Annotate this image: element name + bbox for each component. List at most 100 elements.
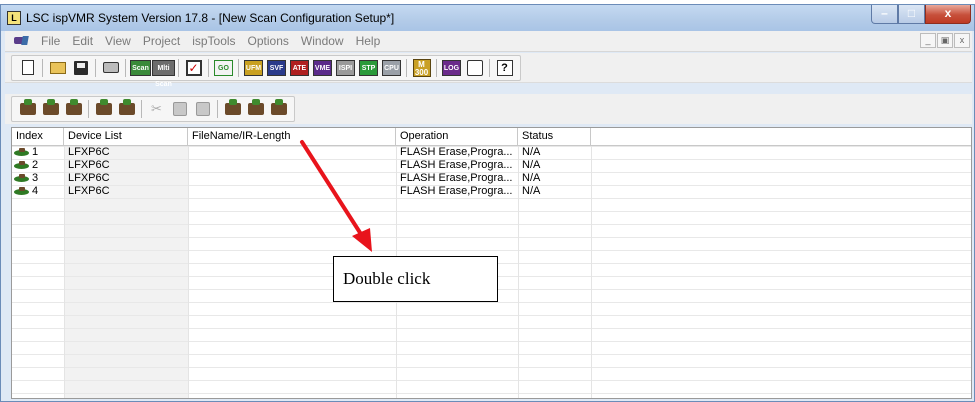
log-button[interactable]: LOG bbox=[440, 57, 463, 79]
cut-button[interactable]: ✂ bbox=[145, 98, 168, 120]
ufm-button[interactable]: UFM bbox=[242, 57, 265, 79]
save-button[interactable] bbox=[69, 57, 92, 79]
table-body: 1 LFXP6C FLASH Erase,Progra... N/A 2 LFX… bbox=[12, 146, 971, 198]
operation-cell[interactable]: FLASH Erase,Progra... bbox=[396, 146, 518, 159]
toolbar-separator bbox=[125, 58, 126, 77]
append-device-button[interactable] bbox=[62, 98, 85, 120]
save-disk-icon bbox=[73, 60, 88, 75]
minimize-button[interactable]: – bbox=[871, 5, 898, 24]
cpu-button[interactable]: CPU bbox=[380, 57, 403, 79]
operation-cell[interactable]: FLASH Erase,Progra... bbox=[396, 185, 518, 198]
device-cell[interactable]: LFXP6C bbox=[64, 185, 188, 198]
append-device-icon bbox=[65, 99, 82, 115]
menu-options[interactable]: Options bbox=[242, 34, 295, 48]
row-index: 4 bbox=[32, 185, 39, 197]
delete-device-button[interactable] bbox=[115, 98, 138, 120]
move-device-icon bbox=[224, 99, 241, 115]
table-row[interactable]: 1 LFXP6C FLASH Erase,Progra... N/A bbox=[12, 146, 971, 159]
new-document-icon bbox=[21, 60, 34, 75]
table-row[interactable]: 4 LFXP6C FLASH Erase,Progra... N/A bbox=[12, 185, 971, 198]
edit-device-button[interactable] bbox=[92, 98, 115, 120]
device-cell[interactable]: LFXP6C bbox=[64, 159, 188, 172]
open-folder-icon bbox=[49, 61, 66, 74]
device-chip-icon bbox=[14, 148, 29, 157]
double-click-callout: Double click bbox=[333, 256, 498, 302]
vme-button[interactable]: VME bbox=[311, 57, 334, 79]
new-button[interactable] bbox=[16, 57, 39, 79]
column-header-index[interactable]: Index bbox=[12, 128, 64, 146]
insert-device-button[interactable] bbox=[39, 98, 62, 120]
table-row[interactable]: 3 LFXP6C FLASH Erase,Progra... N/A bbox=[12, 172, 971, 185]
menu-file[interactable]: File bbox=[35, 34, 66, 48]
scan-devices-button[interactable] bbox=[244, 98, 267, 120]
document-system-icon[interactable] bbox=[13, 35, 31, 47]
mdi-close-button[interactable]: x bbox=[954, 33, 970, 48]
device-cell[interactable]: LFXP6C bbox=[64, 146, 188, 159]
svf-button[interactable]: SVF bbox=[265, 57, 288, 79]
column-header-operation[interactable]: Operation bbox=[396, 128, 518, 146]
m300-icon: M 300 bbox=[412, 58, 431, 77]
row-index: 1 bbox=[32, 146, 39, 158]
toolbar-separator bbox=[141, 100, 142, 118]
row-index: 2 bbox=[32, 159, 39, 171]
menu-window[interactable]: Window bbox=[295, 34, 350, 48]
device-toolbar-group: ✂ bbox=[11, 96, 295, 122]
move-device-button[interactable] bbox=[221, 98, 244, 120]
row-index-cell: 1 bbox=[12, 146, 64, 159]
status-cell: N/A bbox=[522, 159, 541, 171]
go-button[interactable]: GO bbox=[212, 57, 235, 79]
go-icon: GO bbox=[214, 59, 233, 76]
main-toolbar-group: Scan Mlti Scan ✓ GO UFM SVF ATE VME ISPI… bbox=[11, 54, 521, 88]
menu-project[interactable]: Project bbox=[137, 34, 186, 48]
operation-cell[interactable]: FLASH Erase,Progra... bbox=[396, 172, 518, 185]
app-logo-icon: L bbox=[7, 11, 21, 25]
print-button[interactable] bbox=[99, 57, 122, 79]
isp-button[interactable]: ISPI bbox=[334, 57, 357, 79]
menu-help[interactable]: Help bbox=[350, 34, 387, 48]
multi-scan-icon: Mlti Scan bbox=[152, 59, 175, 88]
m300-button[interactable]: M 300 bbox=[410, 57, 433, 79]
help-button[interactable]: ? bbox=[493, 57, 516, 79]
arrow-shaft bbox=[300, 140, 368, 244]
mdi-restore-button[interactable]: ▣ bbox=[937, 33, 953, 48]
toolbar-separator bbox=[178, 58, 179, 77]
menu-view[interactable]: View bbox=[99, 34, 137, 48]
maximize-button[interactable]: □ bbox=[898, 5, 925, 24]
paste-button[interactable] bbox=[191, 98, 214, 120]
operation-cell[interactable]: FLASH Erase,Progra... bbox=[396, 159, 518, 172]
row-index-cell: 3 bbox=[12, 172, 64, 185]
check-button[interactable]: ✓ bbox=[182, 57, 205, 79]
open-button[interactable] bbox=[46, 57, 69, 79]
row-index-cell: 4 bbox=[12, 185, 64, 198]
device-cell[interactable]: LFXP6C bbox=[64, 172, 188, 185]
table-row[interactable]: 2 LFXP6C FLASH Erase,Progra... N/A bbox=[12, 159, 971, 172]
toolbar-separator bbox=[88, 100, 89, 118]
window-controls: – □ x bbox=[871, 5, 971, 24]
checkmark-icon: ✓ bbox=[185, 59, 202, 76]
close-button[interactable]: x bbox=[925, 5, 971, 24]
paste-icon bbox=[195, 102, 210, 116]
add-device-button[interactable] bbox=[16, 98, 39, 120]
stp-icon: STP bbox=[359, 59, 378, 76]
multi-scan-button[interactable]: Mlti Scan bbox=[152, 57, 175, 88]
device-properties-button[interactable] bbox=[267, 98, 290, 120]
help-icon: ? bbox=[496, 59, 513, 76]
printer-icon bbox=[102, 62, 119, 73]
scan-button[interactable]: Scan bbox=[129, 57, 152, 79]
column-header-device-list[interactable]: Device List bbox=[64, 128, 188, 146]
edit-device-icon bbox=[95, 99, 112, 115]
column-header-status[interactable]: Status bbox=[518, 128, 591, 146]
menu-isptools[interactable]: ispTools bbox=[186, 34, 241, 48]
status-cell: N/A bbox=[522, 172, 541, 184]
arrow-head bbox=[352, 228, 372, 252]
menu-edit[interactable]: Edit bbox=[66, 34, 99, 48]
stp-button[interactable]: STP bbox=[357, 57, 380, 79]
insert-device-icon bbox=[42, 99, 59, 115]
ate-button[interactable]: ATE bbox=[288, 57, 311, 79]
copy-button[interactable] bbox=[168, 98, 191, 120]
toolbar-separator bbox=[489, 58, 490, 77]
mdi-controls: _ ▣ x bbox=[920, 33, 970, 48]
mdi-minimize-button[interactable]: _ bbox=[920, 33, 936, 48]
toolbar-separator bbox=[42, 58, 43, 77]
export-button[interactable] bbox=[463, 57, 486, 79]
